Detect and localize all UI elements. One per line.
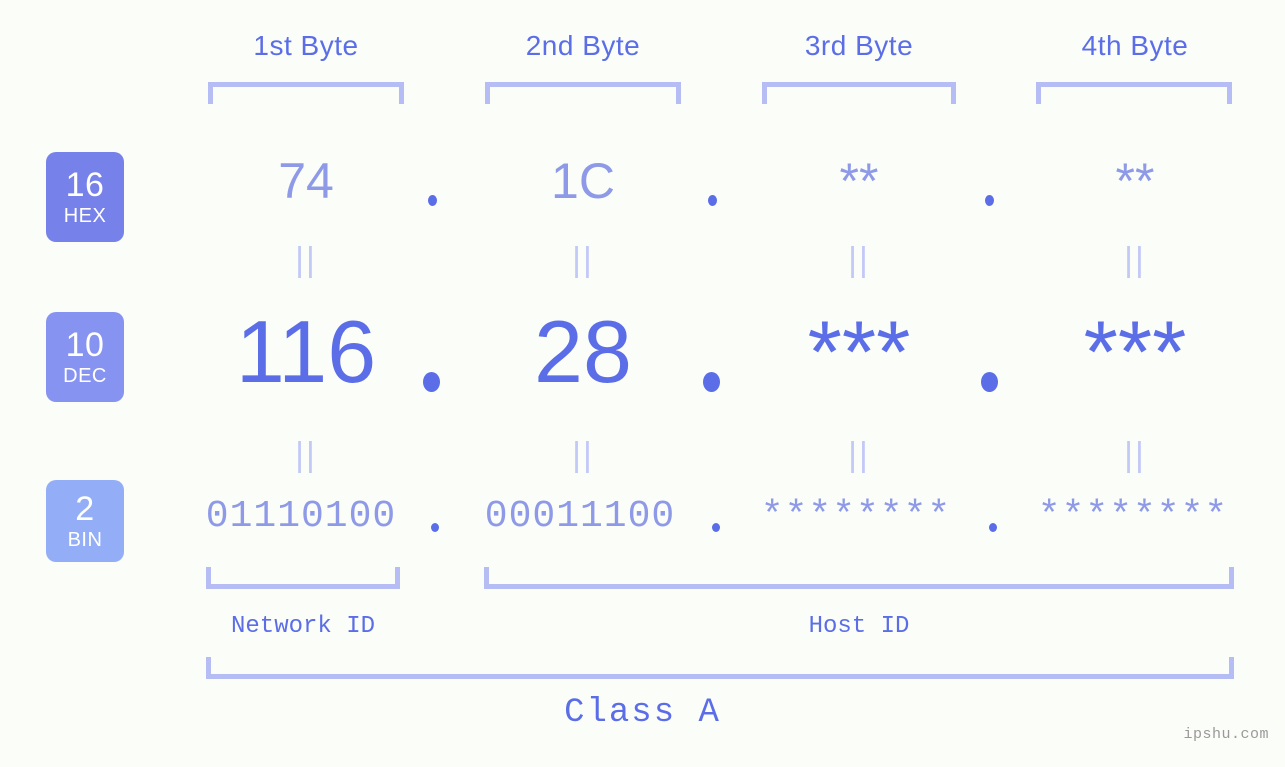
byte-header-4: 4th Byte: [1081, 30, 1189, 61]
dec-byte-2: 28: [534, 302, 632, 401]
hex-byte-4: **: [1115, 153, 1155, 209]
dec-separator-dot-1: [423, 372, 440, 392]
bin-byte-3: ********: [760, 495, 952, 538]
dec-separator-dot-3: [981, 372, 998, 392]
base-badge-bin-name: BIN: [67, 529, 103, 551]
byte-header-2: 2nd Byte: [525, 30, 641, 61]
ip-address-breakdown-diagram: 1st Byte 2nd Byte 3rd Byte 4th Byte 16 H…: [0, 0, 1285, 767]
base-badge-hex-name: HEX: [63, 205, 107, 227]
hex-byte-2: 1C: [551, 153, 615, 209]
byte-header-1: 1st Byte: [253, 30, 359, 61]
equality-connector-dec-bin-4: ||: [1124, 436, 1146, 474]
bin-byte-4: ********: [1037, 495, 1229, 538]
dec-byte-3: ***: [807, 302, 911, 401]
network-id-label: Network ID: [230, 613, 376, 640]
base-badge-hex: 16 HEX: [46, 152, 124, 242]
base-badge-bin-radix: 2: [75, 490, 95, 528]
bin-byte-1: 01110100: [205, 495, 397, 538]
dec-separator-dot-2: [703, 372, 720, 392]
byte-bracket-top-4: [1036, 82, 1232, 104]
class-bracket: [206, 657, 1234, 679]
equality-connector-hex-dec-4: ||: [1124, 241, 1146, 279]
hex-separator-dot-1: [428, 195, 437, 206]
equality-connector-hex-dec-1: ||: [295, 241, 317, 279]
hex-byte-1: 74: [278, 153, 334, 209]
byte-bracket-top-2: [485, 82, 681, 104]
hex-separator-dot-3: [985, 195, 994, 206]
base-badge-dec-radix: 10: [65, 326, 105, 364]
base-badge-hex-radix: 16: [65, 166, 105, 204]
equality-connector-dec-bin-1: ||: [295, 436, 317, 474]
bin-separator-dot-2: [712, 523, 720, 532]
equality-connector-hex-dec-3: ||: [848, 241, 870, 279]
equality-connector-dec-bin-3: ||: [848, 436, 870, 474]
byte-bracket-top-3: [762, 82, 956, 104]
network-id-bracket: [206, 567, 400, 589]
equality-connector-dec-bin-2: ||: [572, 436, 594, 474]
byte-header-3: 3rd Byte: [804, 30, 914, 61]
bin-separator-dot-1: [431, 523, 439, 532]
base-badge-bin: 2 BIN: [46, 480, 124, 562]
hex-separator-dot-2: [708, 195, 717, 206]
dec-byte-4: ***: [1083, 302, 1187, 401]
base-badge-dec-name: DEC: [63, 365, 107, 387]
host-id-label: Host ID: [808, 613, 910, 640]
site-watermark: ipshu.com: [1183, 726, 1269, 743]
bin-byte-2: 00011100: [484, 495, 676, 538]
dec-byte-1: 116: [235, 302, 377, 401]
host-id-bracket: [484, 567, 1234, 589]
equality-connector-hex-dec-2: ||: [572, 241, 594, 279]
hex-byte-3: **: [839, 153, 879, 209]
class-label: Class A: [564, 694, 721, 732]
byte-bracket-top-1: [208, 82, 404, 104]
bin-separator-dot-3: [989, 523, 997, 532]
base-badge-dec: 10 DEC: [46, 312, 124, 402]
